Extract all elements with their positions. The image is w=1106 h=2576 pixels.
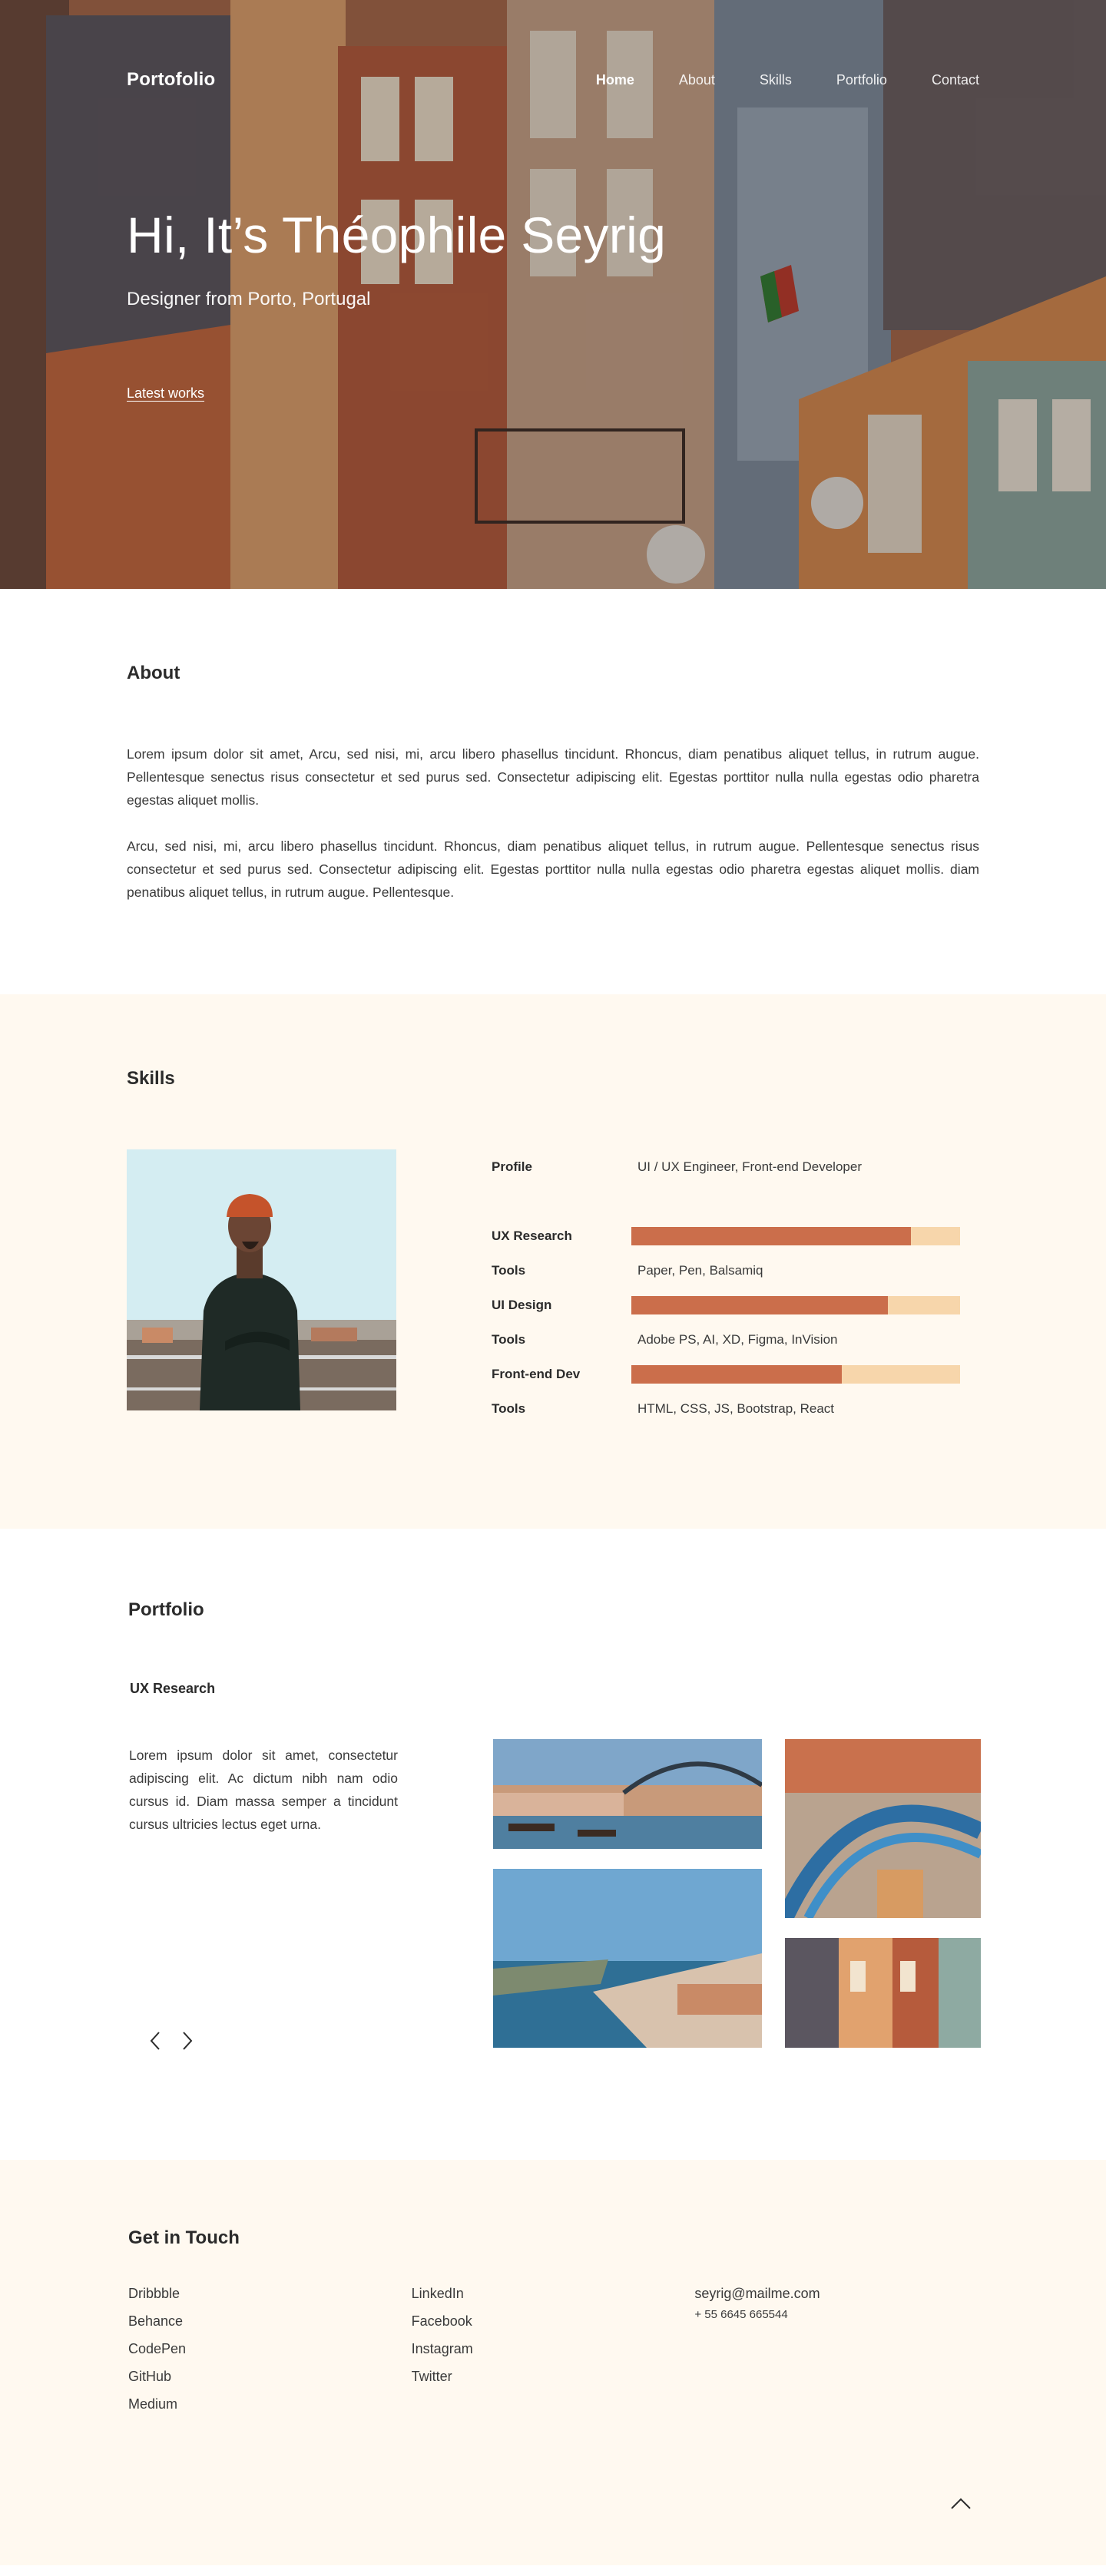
- contact-info-column: seyrig@mailme.com + 55 6645 665544: [694, 2280, 978, 2418]
- portfolio-subtitle: UX Research: [130, 1681, 216, 1696]
- tools-row: Tools Paper, Pen, Balsamiq: [492, 1253, 960, 1288]
- skill-row: UI Design: [492, 1288, 960, 1322]
- nav-link-contact[interactable]: Contact: [932, 72, 979, 88]
- tools-label: Tools: [492, 1400, 526, 1416]
- skill-name: UX Research: [492, 1228, 572, 1243]
- nav-link-home[interactable]: Home: [596, 72, 634, 88]
- chevron-left-icon[interactable]: [146, 2029, 164, 2052]
- contact-title: Get in Touch: [128, 2227, 240, 2248]
- tools-value: HTML, CSS, JS, Bootstrap, React: [637, 1400, 835, 1416]
- chevron-up-icon[interactable]: [949, 2495, 972, 2513]
- profile-photo: [127, 1149, 396, 1410]
- tools-label: Tools: [492, 1331, 526, 1347]
- chevron-right-icon[interactable]: [178, 2029, 197, 2052]
- link-facebook[interactable]: Facebook: [412, 2307, 695, 2335]
- skill-name: Front-end Dev: [492, 1366, 581, 1381]
- skill-row: Front-end Dev: [492, 1357, 960, 1391]
- skills-title: Skills: [127, 1068, 175, 1089]
- contact-email[interactable]: seyrig@mailme.com: [694, 2280, 978, 2307]
- contact-phone: + 55 6645 665544: [694, 2308, 788, 2321]
- link-linkedin[interactable]: LinkedIn: [412, 2280, 695, 2307]
- latest-works-link[interactable]: Latest works: [127, 385, 204, 402]
- portfolio-image-facades[interactable]: [785, 1938, 981, 2048]
- skill-progress-bar: [631, 1295, 960, 1314]
- nav-link-portfolio[interactable]: Portfolio: [836, 72, 887, 88]
- skills-table: Profile UI / UX Engineer, Front-end Deve…: [492, 1149, 960, 1426]
- nav-link-about[interactable]: About: [679, 72, 715, 88]
- portfolio-title: Portfolio: [128, 1599, 204, 1620]
- link-dribbble[interactable]: Dribbble: [128, 2280, 412, 2307]
- tools-value: Paper, Pen, Balsamiq: [637, 1262, 763, 1278]
- skill-progress-bar: [631, 1364, 960, 1384]
- link-codepen[interactable]: CodePen: [128, 2335, 412, 2363]
- nav-links: Home About Skills Portfolio Contact: [551, 72, 979, 88]
- hero-title: Hi, It’s Théophile Seyrig: [127, 207, 667, 263]
- about-section: About Lorem ipsum dolor sit amet, Arcu, …: [0, 589, 1106, 994]
- skill-progress-bar: [631, 1226, 960, 1245]
- skill-progress-fill: [631, 1226, 911, 1245]
- tools-row: Tools HTML, CSS, JS, Bootstrap, React: [492, 1391, 960, 1426]
- skill-name: UI Design: [492, 1297, 552, 1312]
- social-links-column-1: Dribbble Behance CodePen GitHub Medium: [128, 2280, 412, 2418]
- skill-progress-fill: [631, 1295, 888, 1314]
- hero-subtitle: Designer from Porto, Portugal: [127, 289, 371, 309]
- logo[interactable]: Portofolio: [127, 69, 215, 91]
- nav-link-skills[interactable]: Skills: [760, 72, 792, 88]
- hero-content: Hi, It’s Théophile Seyrig Designer from …: [127, 206, 666, 402]
- contact-columns: Dribbble Behance CodePen GitHub Medium L…: [128, 2280, 978, 2418]
- about-paragraph-2: Arcu, sed nisi, mi, arcu libero phasellu…: [127, 838, 979, 900]
- contact-section: Get in Touch Dribbble Behance CodePen Gi…: [0, 2160, 1106, 2565]
- skills-body: Profile UI / UX Engineer, Front-end Deve…: [127, 1149, 979, 1426]
- hero-section: Portofolio Home About Skills Portfolio C…: [0, 0, 1106, 589]
- portfolio-image-bridge-arch[interactable]: [785, 1739, 981, 1918]
- skill-progress-fill: [631, 1364, 842, 1384]
- link-behance[interactable]: Behance: [128, 2307, 412, 2335]
- skill-row: UX Research: [492, 1219, 960, 1253]
- profile-value: UI / UX Engineer, Front-end Developer: [637, 1159, 862, 1174]
- profile-label: Profile: [492, 1159, 532, 1174]
- portfolio-image-bridge-river[interactable]: [493, 1739, 762, 1849]
- link-github[interactable]: GitHub: [128, 2363, 412, 2390]
- link-twitter[interactable]: Twitter: [412, 2363, 695, 2390]
- tools-row: Tools Adobe PS, AI, XD, Figma, InVision: [492, 1322, 960, 1357]
- portfolio-section: Portfolio UX Research Lorem ipsum dolor …: [0, 1529, 1106, 2160]
- top-nav: Portofolio Home About Skills Portfolio C…: [127, 69, 979, 91]
- social-links-column-2: LinkedIn Facebook Instagram Twitter: [412, 2280, 695, 2418]
- portfolio-image-porto-skyline[interactable]: [493, 1869, 762, 2048]
- about-paragraph-1: Lorem ipsum dolor sit amet, Arcu, sed ni…: [127, 746, 979, 808]
- tools-value: Adobe PS, AI, XD, Figma, InVision: [637, 1331, 838, 1347]
- carousel-controls: [146, 2029, 197, 2052]
- tools-label: Tools: [492, 1262, 526, 1278]
- profile-row: Profile UI / UX Engineer, Front-end Deve…: [492, 1149, 960, 1184]
- skills-section: Skills Profile UI / UX Engineer, Front-e…: [0, 994, 1106, 1529]
- portfolio-description: Lorem ipsum dolor sit amet, consectetur …: [129, 1748, 398, 1832]
- link-instagram[interactable]: Instagram: [412, 2335, 695, 2363]
- about-title: About: [127, 663, 180, 683]
- link-medium[interactable]: Medium: [128, 2390, 412, 2418]
